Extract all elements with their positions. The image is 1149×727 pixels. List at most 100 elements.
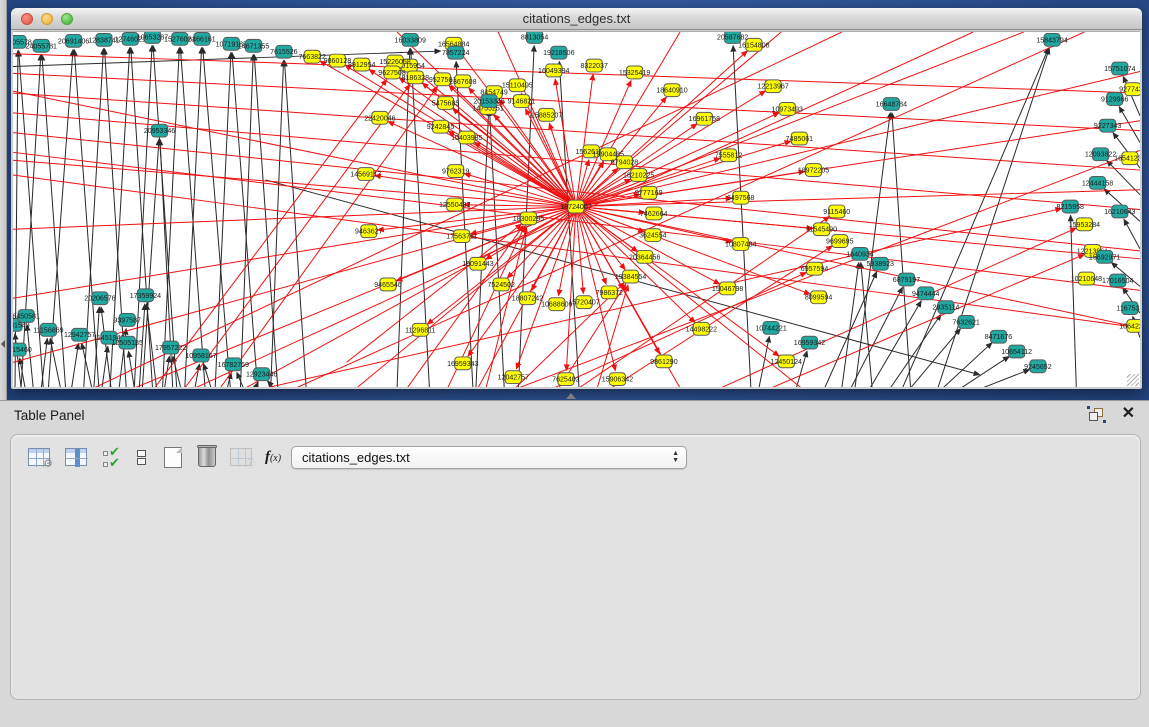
graph-node[interactable]: 8215958 xyxy=(1057,200,1085,213)
graph-node[interactable]: 15906342 xyxy=(602,373,634,386)
graph-edge[interactable] xyxy=(82,343,92,387)
graph-edge[interactable] xyxy=(271,61,284,387)
graph-node[interactable]: 12450124 xyxy=(771,355,803,368)
delete-attribute-icon[interactable] xyxy=(193,443,221,471)
graph-edge[interactable] xyxy=(240,55,253,387)
graph-node[interactable]: 9115460 xyxy=(823,205,850,218)
graph-edge[interactable] xyxy=(486,227,526,387)
graph-node[interactable]: 16959342 xyxy=(794,336,826,349)
graph-node[interactable]: 1640934 xyxy=(846,247,874,260)
graph-node[interactable]: 9242845 xyxy=(427,120,455,133)
graph-node[interactable]: 15885207 xyxy=(531,108,563,121)
graph-edge[interactable] xyxy=(890,315,941,387)
graph-edge[interactable] xyxy=(72,344,79,387)
graph-edge[interactable] xyxy=(13,152,1140,290)
close-panel-icon[interactable]: ✕ xyxy=(1122,405,1135,423)
graph-node[interactable]: 17563711 xyxy=(446,230,477,243)
graph-node[interactable]: 6879197 xyxy=(893,273,921,286)
graph-edge[interactable] xyxy=(347,224,522,362)
graph-node[interactable]: 8099594 xyxy=(805,291,833,304)
graph-node[interactable]: 7625402 xyxy=(552,373,580,386)
graph-edge[interactable] xyxy=(13,51,441,66)
graph-node[interactable]: 9397587 xyxy=(113,314,141,327)
graph-edge[interactable] xyxy=(13,73,1140,130)
graph-node[interactable]: 10654112 xyxy=(1001,345,1032,358)
graph-node[interactable]: 12942757 xyxy=(64,328,96,341)
graph-edge[interactable] xyxy=(1124,219,1140,249)
network-canvas[interactable]: 1562615319904485679402816210225977716974… xyxy=(13,31,1140,387)
graph-edge[interactable] xyxy=(94,307,99,387)
graph-node[interactable]: 10210648 xyxy=(1071,272,1103,285)
graph-edge[interactable] xyxy=(870,301,921,387)
graph-edge[interactable] xyxy=(861,263,872,387)
graph-edge[interactable] xyxy=(611,246,832,387)
graph-edge[interactable] xyxy=(576,207,583,294)
graph-node[interactable]: 12093822 xyxy=(1085,148,1117,161)
new-attribute-icon[interactable] xyxy=(159,443,187,471)
graph-node[interactable]: 20364456 xyxy=(629,250,661,263)
graph-node[interactable]: 5475685 xyxy=(432,97,460,110)
graph-node[interactable]: 12213967 xyxy=(757,80,789,93)
graph-node[interactable]: 20691406 xyxy=(58,34,90,47)
table-select-dropdown[interactable]: citations_edges.txt ▲▼ xyxy=(291,446,687,469)
graph-node[interactable]: 15751074 xyxy=(1104,62,1136,75)
graph-node[interactable]: 8813054 xyxy=(521,32,549,43)
graph-edge[interactable] xyxy=(597,285,628,387)
graph-node[interactable]: 16959343 xyxy=(447,357,479,370)
graph-node[interactable]: 9699695 xyxy=(826,235,854,248)
graph-edge[interactable] xyxy=(453,109,576,207)
graph-node[interactable]: 1167533 xyxy=(1116,302,1140,315)
graph-node[interactable]: 16961758 xyxy=(689,112,721,125)
splitter-handle-icon[interactable] xyxy=(566,393,576,399)
graph-node[interactable]: 16049394 xyxy=(538,64,570,77)
graph-node[interactable]: 9463627 xyxy=(355,225,383,238)
graph-edge[interactable] xyxy=(41,339,47,387)
graph-node[interactable]: 11545490 xyxy=(806,223,837,236)
function-builder-icon[interactable]: f(x) xyxy=(259,443,287,471)
row-height-icon[interactable] xyxy=(127,443,155,471)
graph-node[interactable]: 7632621 xyxy=(952,316,980,329)
graph-node[interactable]: 15325419 xyxy=(619,66,651,79)
graph-node[interactable]: 14498222 xyxy=(686,322,718,335)
graph-node[interactable]: 7462664 xyxy=(640,207,668,220)
graph-edge[interactable] xyxy=(101,307,111,387)
graph-node[interactable]: 17016504 xyxy=(1102,274,1134,287)
graph-node[interactable]: 7663822 xyxy=(298,50,326,63)
graph-edge[interactable] xyxy=(50,339,60,387)
table-options-icon[interactable]: ⚙ xyxy=(25,443,53,471)
graph-node[interactable]: 19218506 xyxy=(543,46,575,59)
graph-node[interactable]: 16782759 xyxy=(218,358,250,371)
graph-edge[interactable] xyxy=(982,370,1029,387)
graph-edge[interactable] xyxy=(42,55,66,387)
show-columns-icon[interactable] xyxy=(62,443,90,471)
graph-edge[interactable] xyxy=(13,160,576,206)
graph-node[interactable]: 11296811 xyxy=(405,323,435,336)
control-panel-collapsed-strip[interactable] xyxy=(0,0,7,400)
graph-node[interactable]: 12042757 xyxy=(498,371,530,384)
graph-node[interactable]: 11156869 xyxy=(33,323,63,336)
graph-edge[interactable] xyxy=(1119,107,1140,143)
graph-edge[interactable] xyxy=(842,263,859,387)
graph-node[interactable]: 9245652 xyxy=(1024,360,1052,373)
graph-edge[interactable] xyxy=(155,80,387,387)
graph-node[interactable]: 12923446 xyxy=(246,368,278,381)
select-all-icon[interactable]: ✔✔ xyxy=(97,443,125,471)
graph-node[interactable]: 12444158 xyxy=(1082,176,1114,189)
graph-node[interactable]: 8322037 xyxy=(580,59,608,72)
graph-node[interactable]: 9227343 xyxy=(1094,119,1122,132)
graph-node[interactable]: 15046798 xyxy=(712,282,744,295)
graph-node[interactable]: 9129966 xyxy=(1101,93,1129,106)
graph-node[interactable]: 8471676 xyxy=(985,330,1013,343)
graph-node[interactable]: 16033809 xyxy=(395,33,427,46)
network-window-titlebar[interactable]: citations_edges.txt xyxy=(11,8,1142,30)
graph-node[interactable]: 16648784 xyxy=(876,98,908,111)
graph-node[interactable]: 16541230 xyxy=(1114,152,1140,165)
graph-node[interactable]: 18972205 xyxy=(798,164,830,177)
graph-node[interactable]: 6466161 xyxy=(188,32,216,45)
graph-edge[interactable] xyxy=(576,207,810,295)
graph-node[interactable]: 10642217 xyxy=(1119,319,1140,332)
graph-edge[interactable] xyxy=(195,364,199,387)
graph-node[interactable]: 3624554 xyxy=(639,229,667,242)
graph-edge[interactable] xyxy=(759,337,769,387)
collapse-arrow-icon[interactable] xyxy=(1,340,5,348)
